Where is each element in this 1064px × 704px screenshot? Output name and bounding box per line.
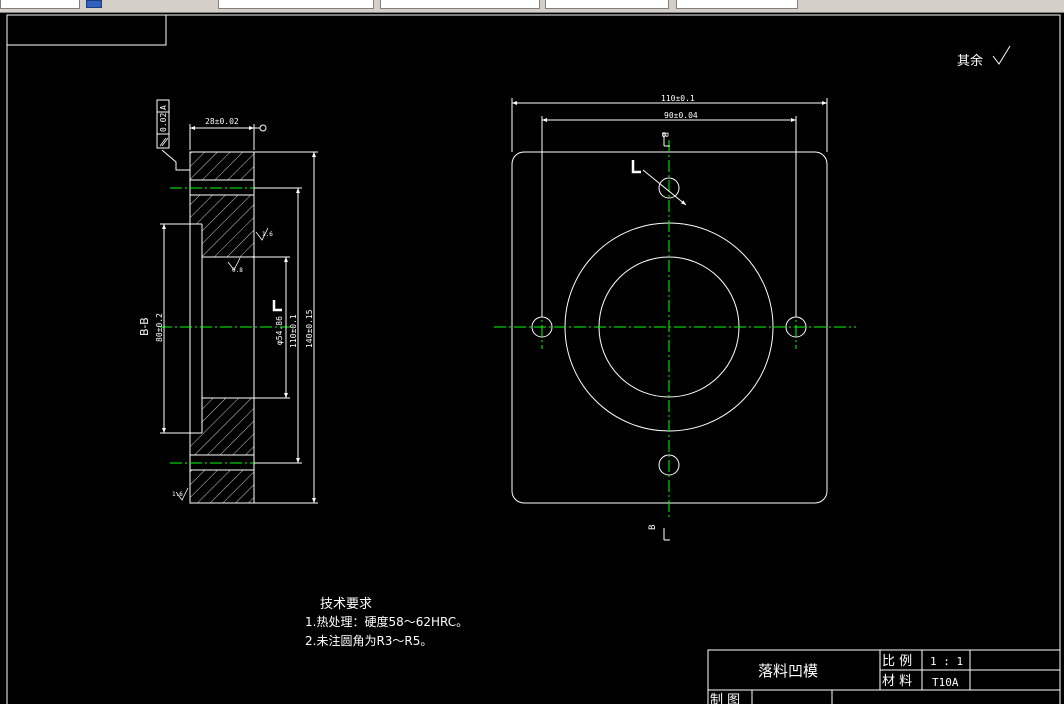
roughness-symbol-icon <box>992 45 1011 65</box>
toolbar-field-5[interactable] <box>676 0 798 9</box>
toolbar-field-2[interactable] <box>218 0 374 9</box>
title-block: 落料凹模 比 例 1 : 1 材 料 T10A 制 图 <box>707 649 1061 704</box>
tech-req-line-1: 1.热处理：硬度58～62HRC。 <box>305 614 468 629</box>
roughness-3: 1.6 <box>172 491 183 498</box>
material-label: 材 料 <box>882 674 912 689</box>
section-label: B-B <box>138 317 151 336</box>
roughness-1: 1.6 <box>262 231 273 238</box>
drawn-label: 制 图 <box>710 693 740 704</box>
toolbar-field-1[interactable] <box>0 0 80 9</box>
geometric-tol-marker <box>272 300 282 312</box>
thickness-dim: 28±0.02 <box>205 117 239 126</box>
flatness-value: 0.02 <box>159 113 168 132</box>
plan-view: 110±0.1 90±0.04 B B <box>494 94 856 541</box>
toolbar-field-4[interactable] <box>545 0 669 9</box>
section-mark-top: B <box>659 132 669 137</box>
width-110-dim: 110±0.1 <box>661 94 695 103</box>
technical-requirements: 技术要求 1.热处理：硬度58～62HRC。 2.未注圆角为R3～R5。 <box>305 597 468 648</box>
toolbar-icon[interactable] <box>86 0 102 8</box>
cad-drawing-canvas[interactable]: 0.02 A 28±0.02 140±0.15 110±0.1 φ54.86 8… <box>0 12 1064 704</box>
bore-dim: φ54.86 <box>275 316 284 345</box>
scale-value: 1 : 1 <box>930 655 963 668</box>
part-name: 落料凹模 <box>758 662 818 680</box>
section-view: 0.02 A 28±0.02 140±0.15 110±0.1 φ54.86 8… <box>138 99 318 504</box>
surface-note: 其余 <box>957 53 983 69</box>
tech-req-line-2: 2.未注圆角为R3～R5。 <box>305 633 432 648</box>
material-value: T10A <box>932 676 959 689</box>
datum-letter: A <box>159 105 168 110</box>
overall-140-dim: 140±0.15 <box>305 309 314 348</box>
tech-req-title: 技术要求 <box>320 597 372 612</box>
section-mark-bottom: B <box>648 525 658 530</box>
pitch-110-dim: 110±0.1 <box>289 314 298 348</box>
pitch-90-dim: 90±0.04 <box>664 111 698 120</box>
scale-label: 比 例 <box>882 654 912 669</box>
height-80-dim: 80±0.2 <box>155 313 164 342</box>
toolbar-field-3[interactable] <box>380 0 540 9</box>
roughness-2: 0.8 <box>232 267 243 274</box>
